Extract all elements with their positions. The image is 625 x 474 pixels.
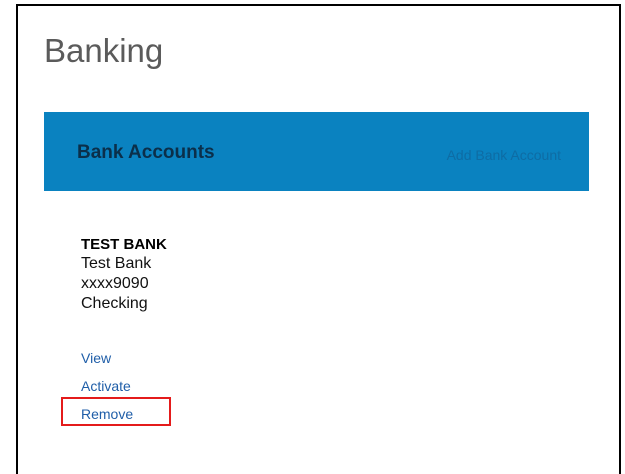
account-name: TEST BANK — [81, 236, 167, 253]
activate-link[interactable]: Activate — [81, 372, 133, 400]
bank-name: Test Bank — [81, 255, 152, 272]
view-link[interactable]: View — [81, 344, 133, 372]
bank-account-card: TEST BANK Test Bank xxxx9090 Checking — [81, 235, 167, 314]
page-title: Banking — [44, 32, 164, 69]
remove-highlight-box — [61, 397, 171, 426]
add-bank-account-link[interactable]: Add Bank Account — [447, 147, 561, 163]
section-title: Bank Accounts — [77, 142, 215, 163]
account-number: xxxx9090 — [81, 275, 149, 292]
account-type: Checking — [81, 295, 148, 312]
content-frame: Banking Bank Accounts Add Bank Account T… — [16, 4, 621, 474]
bank-accounts-header: Bank Accounts Add Bank Account — [44, 112, 589, 191]
